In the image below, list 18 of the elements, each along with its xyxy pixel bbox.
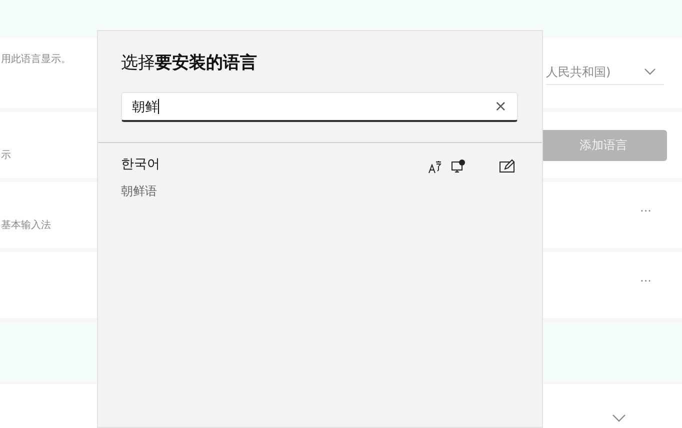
search-field[interactable]: 朝鲜 × [121,92,518,122]
close-icon[interactable]: × [494,97,507,115]
dialog-title: 选择要安装的语言 [121,52,258,74]
more-button[interactable]: ··· [636,204,656,218]
chevron-icon [644,68,656,76]
more-button[interactable]: ··· [636,274,656,288]
edit-icon [499,159,515,173]
font-icon [428,160,442,174]
add-language-button[interactable]: 添加语言 [540,130,667,161]
language-name: 한국어 [121,156,160,173]
region-dropdown[interactable]: 人民共和国) [546,60,664,85]
chevron-icon [612,414,626,422]
language-item[interactable]: 한국어 朝鲜语 [98,143,542,213]
setting-description: 用此语言显示。 [1,52,71,66]
setting-description: 基本输入法 [1,218,51,232]
language-subtitle: 朝鲜语 [121,183,158,200]
setting-description: 示 [1,149,11,162]
monitor-speech-icon [451,159,467,173]
